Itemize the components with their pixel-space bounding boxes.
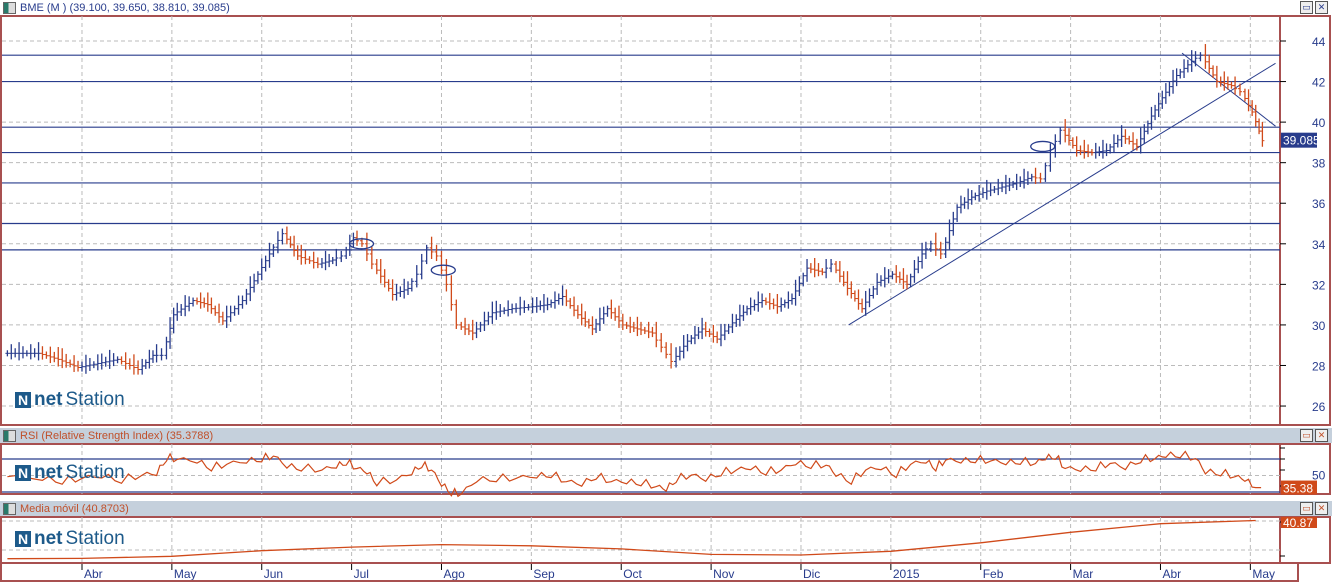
- x-tick-label: Jul: [354, 567, 369, 581]
- x-tick-label: Oct: [623, 567, 642, 581]
- x-tick-label: Nov: [713, 567, 734, 581]
- x-tick-label: Dic: [803, 567, 820, 581]
- trendline: [848, 62, 1276, 326]
- y-tick-label: 26: [1312, 400, 1326, 414]
- panel-border: [0, 443, 1331, 495]
- netstation-logo: Nnet Station: [15, 462, 125, 484]
- y-tick-label: 44: [1312, 35, 1326, 49]
- y-tick-label: 40: [1312, 116, 1326, 130]
- x-tick-label: Jun: [264, 567, 283, 581]
- chart-canvas[interactable]: Abr May Jun Jul Ago Sep Oct Nov Dic 2015 Feb Mar Abr…: [0, 0, 1332, 582]
- x-tick-label: Mar: [1073, 567, 1094, 581]
- x-tick-label: Feb: [983, 567, 1004, 581]
- y-tick-label: 38: [1312, 157, 1326, 171]
- y-tick-label: 30: [1312, 319, 1326, 333]
- x-tick-label: Abr: [1162, 567, 1181, 581]
- y-tick-label: 32: [1312, 278, 1326, 292]
- x-tick-label: Ago: [443, 567, 465, 581]
- y-tick-label: 36: [1312, 197, 1326, 211]
- y-tick-label: 28: [1312, 359, 1326, 373]
- moving-average-line: [7, 519, 1256, 560]
- x-tick-label: May: [174, 567, 197, 581]
- y-tick-label: 34: [1312, 238, 1326, 252]
- ma-value-label: 40.87: [1283, 516, 1313, 530]
- netstation-logo: Nnet Station: [15, 528, 125, 550]
- rsi-tick-label: 50: [1312, 469, 1326, 483]
- panel-border: [0, 516, 1331, 564]
- annotation-ellipse: [1030, 140, 1056, 153]
- y-tick-label: 42: [1312, 76, 1326, 90]
- x-tick-label: Sep: [533, 567, 555, 581]
- x-tick-label: May: [1252, 567, 1275, 581]
- x-tick-label: 2015: [893, 567, 920, 581]
- netstation-logo: Nnet Station: [15, 389, 125, 411]
- last-price-label: 39.085: [1283, 134, 1320, 148]
- rsi-line: [7, 450, 1262, 498]
- x-tick-label: Abr: [84, 567, 103, 581]
- panel-border: [0, 15, 1331, 426]
- rsi-value-label: 35.38: [1283, 482, 1313, 496]
